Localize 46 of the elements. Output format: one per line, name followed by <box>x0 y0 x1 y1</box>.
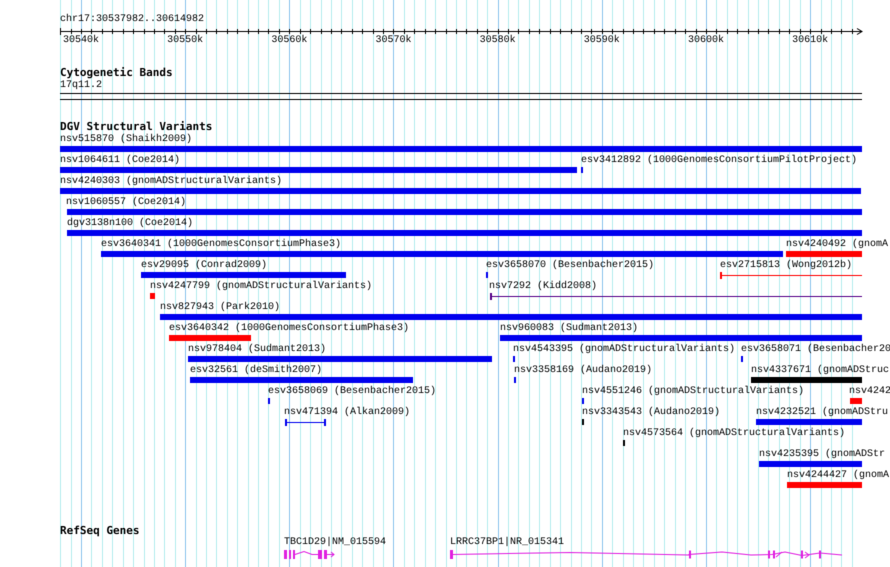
variant-label: esv29095 (Conrad2009) <box>141 260 268 271</box>
variant-label: nsv4244427 (gnomA <box>787 470 890 481</box>
ruler-tick-label: 30570k <box>375 35 412 46</box>
variant-label: nsv4551246 (gnomADStructuralVariants) <box>582 386 804 397</box>
track-title: DGV Structural Variants <box>60 121 212 132</box>
variant-label: esv3640341 (1000GenomesConsortiumPhase3) <box>101 239 342 250</box>
variant-label: esv3640342 (1000GenomesConsortiumPhase3) <box>169 323 410 334</box>
variant-label: nsv4240492 (gnomA <box>786 239 888 250</box>
variant-label: nsv3358169 (Audano2019) <box>514 365 652 376</box>
variant-label: nsv4232521 (gnomADStru <box>756 407 888 418</box>
ruler-tick-label: 30590k <box>584 35 620 46</box>
variant-label: nsv1064611 (Coe2014) <box>60 155 180 166</box>
ruler-tick-label: 30560k <box>271 35 308 46</box>
variant-label: nsv827943 (Park2010) <box>160 302 280 313</box>
variant-label: esv3658070 (Besenbacher2015) <box>486 260 654 271</box>
variant-label: nsv4247799 (gnomADStructuralVariants) <box>150 281 372 292</box>
track-title: RefSeq Genes <box>60 525 140 536</box>
variant-label: dgv3138n100 (Coe2014) <box>67 218 194 229</box>
ruler-tick-label: 30540k <box>63 35 100 46</box>
variant-label: nsv7292 (Kidd2008) <box>489 281 598 292</box>
variant-label: nsv1060557 (Coe2014) <box>66 197 186 208</box>
variant-label: nsv4337671 (gnomADStruc <box>751 365 890 376</box>
gene-model-drawing <box>284 550 335 559</box>
ruler-tick-label: 30600k <box>688 35 724 46</box>
gene-label: LRRC37BP1|NR_015341 <box>450 537 564 548</box>
variant-label: nsv3343543 (Audano2019) <box>582 407 720 418</box>
variant-label: esv2715813 (Wong2012b) <box>720 260 852 271</box>
variant-label: nsv4240303 (gnomADStructuralVariants) <box>60 176 282 187</box>
location-label: chr17:30537982..30614982 <box>60 14 204 25</box>
variant-label: esv32561 (deSmith2007) <box>190 365 322 376</box>
ruler-tick-label: 30610k <box>792 35 828 46</box>
ruler-tick-label: 30550k <box>167 35 204 46</box>
variant-label: nsv960083 (Sudmant2013) <box>500 323 638 334</box>
variant-label: nsv4242 <box>849 386 890 397</box>
gene-label: TBC1D29|NM_015594 <box>284 537 386 548</box>
variant-label: nsv4573564 (gnomADStructuralVariants) <box>623 428 846 439</box>
variant-label: nsv4235395 (gnomADStr <box>759 449 886 460</box>
band-label: 17q11.2 <box>60 80 102 91</box>
variant-label: esv3412892 (1000GenomesConsortiumPilotProject) <box>581 155 858 166</box>
variant-label: nsv515870 (Shaikh2009) <box>60 134 192 145</box>
variant-label: nsv4543395 (gnomADStructuralVariants) <box>513 344 736 355</box>
ruler-tick-label: 30580k <box>480 35 516 46</box>
track-title: Cytogenetic Bands <box>60 67 173 78</box>
variant-label: esv3658069 (Besenbacher2015) <box>268 386 436 397</box>
variant-label: nsv471394 (Alkan2009) <box>284 407 410 418</box>
variant-label: nsv978404 (Sudmant2013) <box>188 344 326 355</box>
